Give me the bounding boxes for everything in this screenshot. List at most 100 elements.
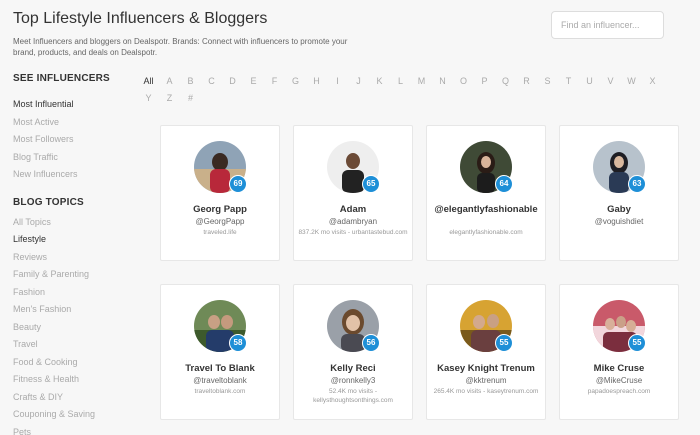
alpha-z[interactable]: Z [159,90,180,107]
avatar-wrap: 55 [593,300,646,352]
alpha-y[interactable]: Y [138,90,159,107]
page-title: Top Lifestyle Influencers & Bloggers [13,10,268,27]
avatar-wrap: 58 [194,300,247,352]
avatar-wrap: 65 [327,141,380,193]
alpha-u[interactable]: U [579,73,600,90]
page-description: Meet Influencers and bloggers on Dealspo… [13,37,348,57]
influencer-name: Adam [339,204,367,215]
influencer-meta: traveled.life [203,229,237,236]
alpha-s[interactable]: S [537,73,558,90]
avatar-wrap: 63 [593,141,646,193]
alpha-e[interactable]: E [243,73,264,90]
alpha-b[interactable]: B [180,73,201,90]
influencer-card[interactable]: 69 Georg Papp @GeorgPapp traveled.life [160,125,280,261]
topic-crafts-diy[interactable]: Crafts & DIY [13,389,133,407]
topic-couponing-saving[interactable]: Couponing & Saving [13,406,133,424]
influencer-name: Kelly Reci [330,363,376,374]
avatar-wrap: 69 [194,141,247,193]
influence-score-badge: 64 [495,175,513,193]
influencer-card[interactable]: 56 Kelly Reci @ronnkelly3 52.4K mo visit… [293,284,413,420]
filter-most-influential[interactable]: Most Influential [13,96,133,114]
influencer-card[interactable]: 55 Kasey Knight Trenum @kktrenum 265.4K … [426,284,546,420]
topic-food-cooking[interactable]: Food & Cooking [13,354,133,372]
alpha-w[interactable]: W [621,73,642,90]
influencer-meta: 265.4K mo visits - kaseytrenum.com [433,388,539,395]
influencer-filter-list: Most Influential Most Active Most Follow… [13,96,133,184]
avatar-wrap: 56 [327,300,380,352]
avatar-wrap: 64 [460,141,513,193]
topic-all-topics[interactable]: All Topics [13,214,133,232]
alpha-v[interactable]: V [600,73,621,90]
influence-score-badge: 69 [229,175,247,193]
influence-score-badge: 55 [495,334,513,352]
influencer-meta: elegantlyfashionable.com [449,229,523,236]
alpha-c[interactable]: C [201,73,222,90]
topic-fashion[interactable]: Fashion [13,284,133,302]
filter-most-followers[interactable]: Most Followers [13,131,133,149]
influencer-card[interactable]: 58 Travel To Blank @traveltoblank travel… [160,284,280,420]
topic-mens-fashion[interactable]: Men's Fashion [13,301,133,319]
topic-family-parenting[interactable]: Family & Parenting [13,266,133,284]
influencer-name: Mike Cruse [593,363,645,374]
alpha-hash[interactable]: # [180,90,201,107]
influencer-meta: papadoespreach.com [587,388,651,395]
alpha-h[interactable]: H [306,73,327,90]
topic-reviews[interactable]: Reviews [13,249,133,267]
influencer-handle: @MikeCruse [595,376,643,385]
influencer-meta: 837.2K mo visits - urbantastebud.com [298,229,408,236]
topic-fitness-health[interactable]: Fitness & Health [13,371,133,389]
influence-score-badge: 63 [628,175,646,193]
blog-topics-heading: BLOG TOPICS [13,196,84,208]
alphabet-filter: All A B C D E F G H I J K L M N O P Q R … [138,73,678,107]
influencer-handle: @adambryan [328,217,378,226]
influencer-card[interactable]: 65 Adam @adambryan 837.2K mo visits - ur… [293,125,413,261]
influencer-handle: @voguishdiet [594,217,644,226]
influence-score-badge: 58 [229,334,247,352]
topic-lifestyle[interactable]: Lifestyle [13,231,133,249]
avatar-wrap: 55 [460,300,513,352]
alpha-i[interactable]: I [327,73,348,90]
alpha-l[interactable]: L [390,73,411,90]
alpha-k[interactable]: K [369,73,390,90]
influencer-name: @elegantlyfashionable [434,204,538,215]
see-influencers-heading: SEE INFLUENCERS [13,73,110,84]
alpha-a[interactable]: A [159,73,180,90]
topic-travel[interactable]: Travel [13,336,133,354]
influencer-meta: 52.4K mo visits - kellysthoughtsonthings… [313,388,393,404]
influencer-card[interactable]: 64 @elegantlyfashionable elegantlyfashio… [426,125,546,261]
alpha-p[interactable]: P [474,73,495,90]
influencer-name: Travel To Blank [185,363,255,374]
blog-topic-list: All Topics Lifestyle Reviews Family & Pa… [13,214,133,435]
influencer-handle: @GeorgPapp [195,217,245,226]
filter-new-influencers[interactable]: New Influencers [13,166,133,184]
alpha-g[interactable]: G [285,73,306,90]
alpha-all[interactable]: All [138,73,159,90]
influence-score-badge: 56 [362,334,380,352]
filter-most-active[interactable]: Most Active [13,114,133,132]
alpha-d[interactable]: D [222,73,243,90]
sidebar: SEE INFLUENCERS Most Influential Most Ac… [13,72,133,435]
influence-score-badge: 55 [628,334,646,352]
influencer-handle: @ronnkelly3 [330,376,376,385]
alpha-x[interactable]: X [642,73,663,90]
alpha-f[interactable]: F [264,73,285,90]
alpha-r[interactable]: R [516,73,537,90]
alpha-t[interactable]: T [558,73,579,90]
influencer-name: Kasey Knight Trenum [437,363,535,374]
influencer-meta: traveltoblank.com [194,388,246,395]
topic-pets[interactable]: Pets [13,424,133,435]
influencer-name: Georg Papp [193,204,247,215]
topic-beauty[interactable]: Beauty [13,319,133,337]
influence-score-badge: 65 [362,175,380,193]
influencer-card[interactable]: 55 Mike Cruse @MikeCruse papadoespreach.… [559,284,679,420]
alpha-n[interactable]: N [432,73,453,90]
alpha-q[interactable]: Q [495,73,516,90]
influencer-handle: @traveltoblank [193,376,247,385]
influencer-card[interactable]: 63 Gaby @voguishdiet [559,125,679,261]
influencer-name: Gaby [607,204,631,215]
alpha-j[interactable]: J [348,73,369,90]
alpha-m[interactable]: M [411,73,432,90]
search-input[interactable] [551,11,664,39]
filter-blog-traffic[interactable]: Blog Traffic [13,149,133,167]
alpha-o[interactable]: O [453,73,474,90]
